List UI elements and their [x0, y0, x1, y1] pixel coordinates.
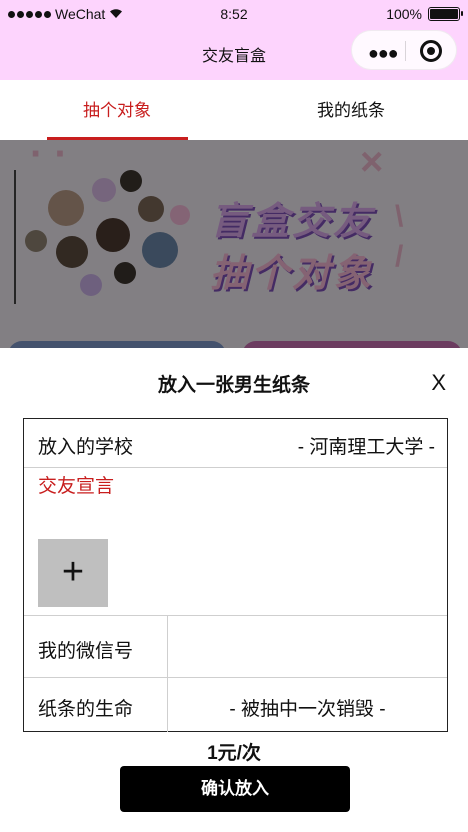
- sheet-title: 放入一张男生纸条: [157, 375, 310, 396]
- tab-label: 抽个对象: [83, 101, 151, 120]
- declaration-input[interactable]: 交友宣言: [38, 471, 114, 498]
- tab-draw-partner[interactable]: 抽个对象: [0, 80, 234, 140]
- life-value: - 被抽中一次销毁 -: [229, 699, 386, 720]
- mini-program-capsule: ●●●: [351, 30, 457, 70]
- cell-divider: [167, 616, 168, 677]
- battery-percent: 100%: [386, 6, 422, 22]
- life-label: 纸条的生命: [38, 699, 134, 720]
- life-row: 纸条的生命 - 被抽中一次销毁 -: [24, 678, 447, 732]
- status-bar: WeChat 8:52 100%: [0, 0, 468, 30]
- tab-bar: 抽个对象 我的纸条: [0, 80, 468, 140]
- tab-my-notes[interactable]: 我的纸条: [234, 80, 468, 140]
- battery-indicator: 100%: [386, 6, 463, 22]
- school-select[interactable]: - 河南理工大学 -: [298, 432, 435, 459]
- wechat-input[interactable]: [174, 636, 439, 660]
- school-label: 放入的学校: [38, 437, 134, 458]
- wechat-label: 我的微信号: [38, 641, 134, 662]
- tab-label: 我的纸条: [317, 101, 385, 120]
- close-button[interactable]: X: [431, 370, 446, 396]
- put-note-sheet: 放入一张男生纸条 X 放入的学校 - 河南理工大学 - 交友宣言 + 我的微信号…: [0, 348, 468, 832]
- capsule-divider: [405, 41, 406, 61]
- more-dots-icon[interactable]: ●●●: [368, 43, 399, 64]
- note-form: 放入的学校 - 河南理工大学 - 交友宣言 + 我的微信号 纸条的生命 - 被抽…: [23, 418, 448, 732]
- price-label: 1元/次: [207, 743, 261, 764]
- top-bar: WeChat 8:52 100% 交友盲盒 ●●●: [0, 0, 468, 80]
- upload-photo-button[interactable]: +: [38, 539, 108, 607]
- plus-icon: +: [61, 551, 85, 593]
- wechat-row: 我的微信号: [24, 615, 447, 678]
- confirm-button[interactable]: 确认放入: [120, 766, 350, 812]
- target-close-icon[interactable]: [420, 40, 442, 62]
- school-row[interactable]: 放入的学校 - 河南理工大学 -: [24, 419, 447, 468]
- battery-icon: [428, 7, 463, 21]
